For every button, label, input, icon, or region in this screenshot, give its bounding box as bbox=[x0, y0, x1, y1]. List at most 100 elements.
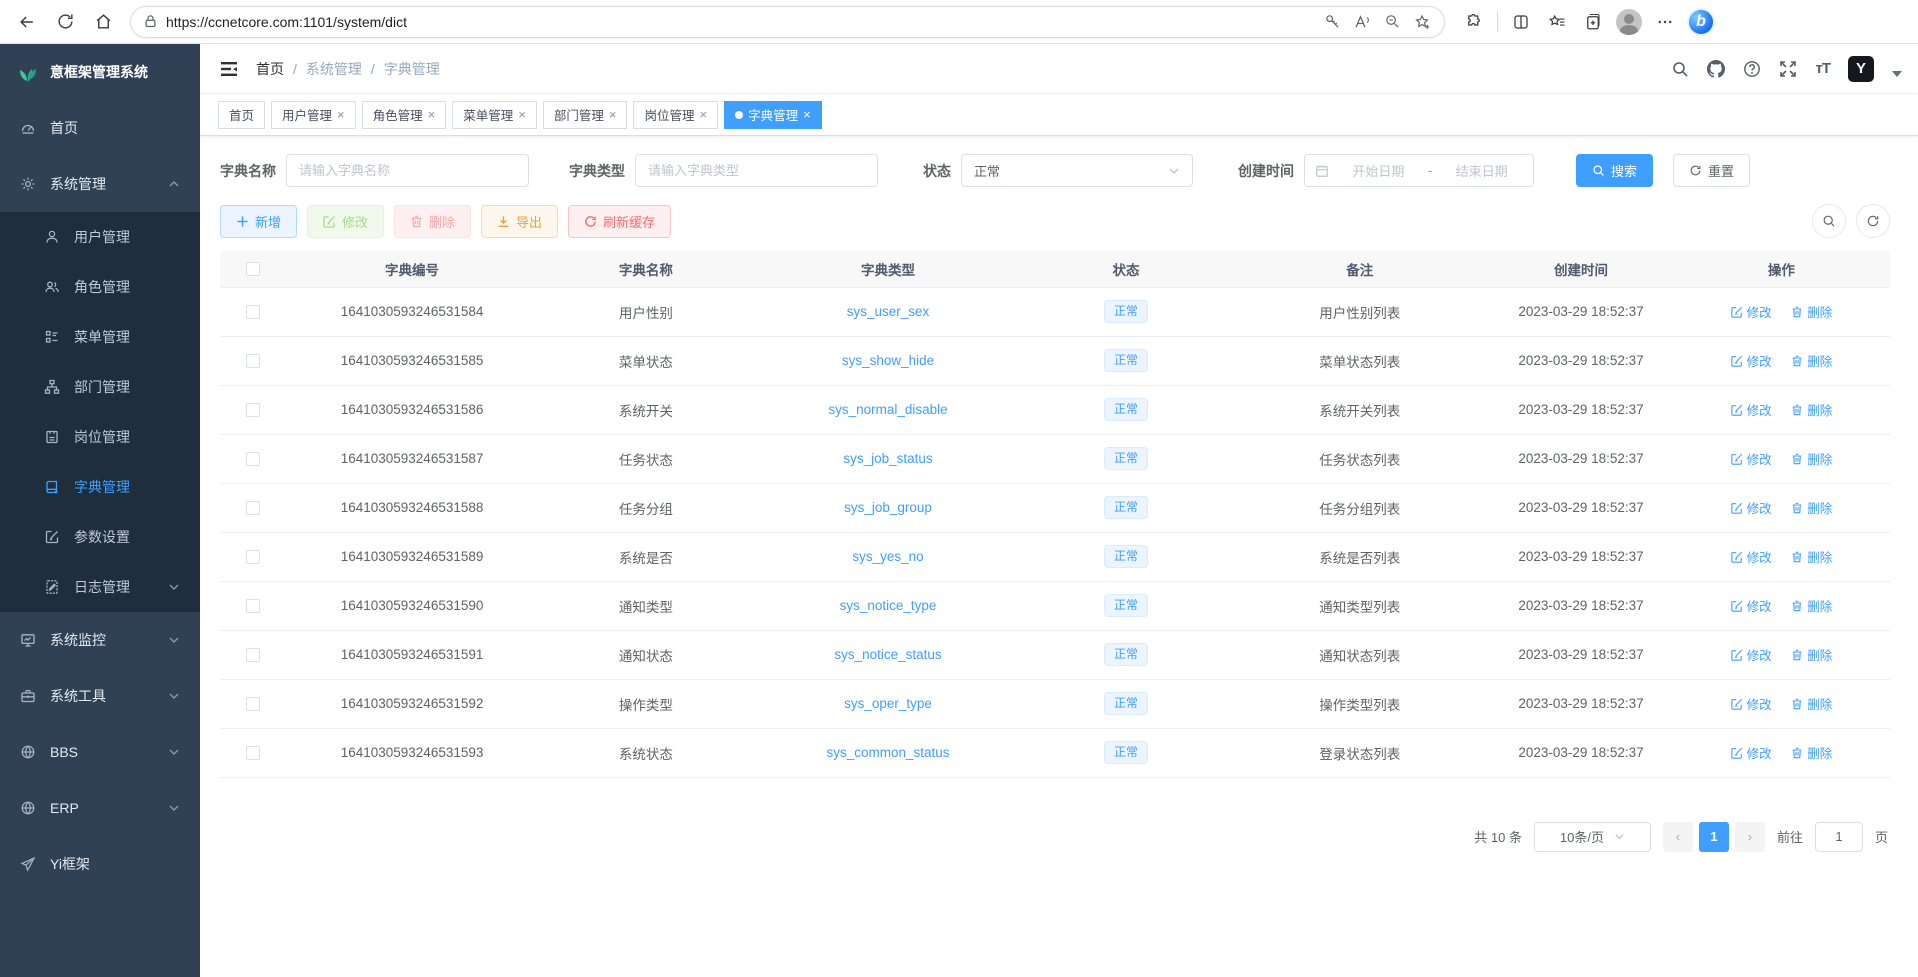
row-delete-button[interactable]: 删除 bbox=[1791, 645, 1832, 664]
row-edit-button[interactable]: 修改 bbox=[1731, 596, 1772, 615]
browser-home-button[interactable] bbox=[86, 5, 120, 39]
extensions-button[interactable] bbox=[1457, 5, 1491, 39]
sidebar-item-system-tools[interactable]: 系统工具 bbox=[0, 668, 200, 724]
sidebar-item-system-mgmt[interactable]: 系统管理 bbox=[0, 156, 200, 212]
sidebar-item-param-settings[interactable]: 参数设置 bbox=[0, 512, 200, 562]
copilot-button[interactable]: b bbox=[1684, 5, 1718, 39]
date-range-picker[interactable]: 开始日期 - 结束日期 bbox=[1304, 154, 1534, 187]
row-delete-button[interactable]: 删除 bbox=[1791, 302, 1832, 321]
breadcrumb-home[interactable]: 首页 bbox=[256, 59, 284, 79]
dict-type-link[interactable]: sys_job_group bbox=[844, 500, 932, 515]
close-icon[interactable]: × bbox=[803, 107, 811, 122]
sidebar-item-bbs[interactable]: BBS bbox=[0, 724, 200, 780]
sidebar-item-role-mgmt[interactable]: 角色管理 bbox=[0, 262, 200, 312]
row-checkbox[interactable] bbox=[246, 746, 260, 760]
password-key-button[interactable] bbox=[1318, 8, 1346, 36]
export-button[interactable]: 导出 bbox=[481, 205, 558, 238]
delete-button[interactable]: 删除 bbox=[394, 205, 471, 238]
select-all-checkbox[interactable] bbox=[246, 262, 260, 276]
close-icon[interactable]: × bbox=[518, 107, 526, 122]
row-edit-button[interactable]: 修改 bbox=[1731, 351, 1772, 370]
dict-type-link[interactable]: sys_normal_disable bbox=[828, 402, 947, 417]
row-delete-button[interactable]: 删除 bbox=[1791, 694, 1832, 713]
sidebar-item-user-mgmt[interactable]: 用户管理 bbox=[0, 212, 200, 262]
dict-type-link[interactable]: sys_common_status bbox=[826, 745, 949, 760]
sidebar-toggle-icon[interactable] bbox=[218, 58, 240, 80]
split-screen-button[interactable] bbox=[1504, 5, 1538, 39]
row-checkbox[interactable] bbox=[246, 452, 260, 466]
sidebar-item-yi-framework[interactable]: Yi框架 bbox=[0, 836, 200, 892]
row-delete-button[interactable]: 删除 bbox=[1791, 547, 1832, 566]
dict-name-input[interactable] bbox=[286, 154, 529, 187]
refresh-table-button[interactable] bbox=[1856, 204, 1890, 238]
tab-dict-mgmt[interactable]: 字典管理 × bbox=[724, 101, 822, 129]
app-logo[interactable]: 意框架管理系统 bbox=[0, 44, 200, 100]
sidebar-item-menu-mgmt[interactable]: 菜单管理 bbox=[0, 312, 200, 362]
row-edit-button[interactable]: 修改 bbox=[1731, 694, 1772, 713]
tab-menu-mgmt[interactable]: 菜单管理 × bbox=[452, 101, 537, 129]
close-icon[interactable]: × bbox=[609, 107, 617, 122]
row-edit-button[interactable]: 修改 bbox=[1731, 449, 1772, 468]
search-icon[interactable] bbox=[1671, 60, 1689, 78]
favorites-button[interactable] bbox=[1540, 5, 1574, 39]
tab-home[interactable]: 首页 bbox=[218, 101, 265, 129]
status-select[interactable]: 正常 bbox=[961, 154, 1193, 187]
dict-type-input[interactable] bbox=[635, 154, 878, 187]
browser-refresh-button[interactable] bbox=[48, 5, 82, 39]
row-checkbox[interactable] bbox=[246, 648, 260, 662]
row-delete-button[interactable]: 删除 bbox=[1791, 498, 1832, 517]
show-search-toggle-button[interactable] bbox=[1812, 204, 1846, 238]
sidebar-item-system-monitor[interactable]: 系统监控 bbox=[0, 612, 200, 668]
close-icon[interactable]: × bbox=[428, 107, 436, 122]
row-delete-button[interactable]: 删除 bbox=[1791, 449, 1832, 468]
collections-button[interactable] bbox=[1576, 5, 1610, 39]
sidebar-item-erp[interactable]: ERP bbox=[0, 780, 200, 836]
add-favorite-button[interactable] bbox=[1408, 8, 1436, 36]
fullscreen-icon[interactable] bbox=[1779, 60, 1797, 78]
browser-back-button[interactable] bbox=[10, 5, 44, 39]
help-icon[interactable] bbox=[1743, 60, 1761, 78]
row-edit-button[interactable]: 修改 bbox=[1731, 400, 1772, 419]
row-edit-button[interactable]: 修改 bbox=[1731, 547, 1772, 566]
row-edit-button[interactable]: 修改 bbox=[1731, 743, 1772, 762]
tab-role-mgmt[interactable]: 角色管理 × bbox=[362, 101, 447, 129]
search-button[interactable]: 搜索 bbox=[1576, 154, 1653, 187]
row-checkbox[interactable] bbox=[246, 305, 260, 319]
row-checkbox[interactable] bbox=[246, 501, 260, 515]
tab-dept-mgmt[interactable]: 部门管理 × bbox=[543, 101, 628, 129]
dict-type-link[interactable]: sys_job_status bbox=[843, 451, 932, 466]
row-checkbox[interactable] bbox=[246, 599, 260, 613]
profile-button[interactable] bbox=[1612, 5, 1646, 39]
row-edit-button[interactable]: 修改 bbox=[1731, 645, 1772, 664]
dict-type-link[interactable]: sys_notice_type bbox=[840, 598, 937, 613]
page-number-button[interactable]: 1 bbox=[1699, 822, 1729, 852]
dict-type-link[interactable]: sys_yes_no bbox=[852, 549, 923, 564]
prev-page-button[interactable]: ‹ bbox=[1663, 822, 1693, 852]
edit-button[interactable]: 修改 bbox=[307, 205, 384, 238]
tab-user-mgmt[interactable]: 用户管理 × bbox=[271, 101, 356, 129]
row-delete-button[interactable]: 删除 bbox=[1791, 351, 1832, 370]
close-icon[interactable]: × bbox=[337, 107, 345, 122]
dict-type-link[interactable]: sys_user_sex bbox=[847, 304, 930, 319]
dict-type-link[interactable]: sys_show_hide bbox=[842, 353, 934, 368]
sidebar-item-log-mgmt[interactable]: 日志管理 bbox=[0, 562, 200, 612]
row-edit-button[interactable]: 修改 bbox=[1731, 302, 1772, 321]
row-delete-button[interactable]: 删除 bbox=[1791, 743, 1832, 762]
reset-button[interactable]: 重置 bbox=[1673, 154, 1750, 187]
zoom-out-button[interactable] bbox=[1378, 8, 1406, 36]
sidebar-item-post-mgmt[interactable]: 岗位管理 bbox=[0, 412, 200, 462]
settings-more-button[interactable] bbox=[1648, 5, 1682, 39]
row-checkbox[interactable] bbox=[246, 403, 260, 417]
read-aloud-button[interactable] bbox=[1348, 8, 1376, 36]
font-size-icon[interactable]: тT bbox=[1815, 60, 1830, 77]
row-checkbox[interactable] bbox=[246, 697, 260, 711]
row-checkbox[interactable] bbox=[246, 354, 260, 368]
close-icon[interactable]: × bbox=[699, 107, 707, 122]
github-icon[interactable] bbox=[1707, 60, 1725, 78]
row-delete-button[interactable]: 删除 bbox=[1791, 596, 1832, 615]
refresh-cache-button[interactable]: 刷新缓存 bbox=[568, 205, 671, 238]
row-delete-button[interactable]: 删除 bbox=[1791, 400, 1832, 419]
tab-post-mgmt[interactable]: 岗位管理 × bbox=[633, 101, 718, 129]
sidebar-item-dept-mgmt[interactable]: 部门管理 bbox=[0, 362, 200, 412]
add-button[interactable]: 新增 bbox=[220, 205, 297, 238]
